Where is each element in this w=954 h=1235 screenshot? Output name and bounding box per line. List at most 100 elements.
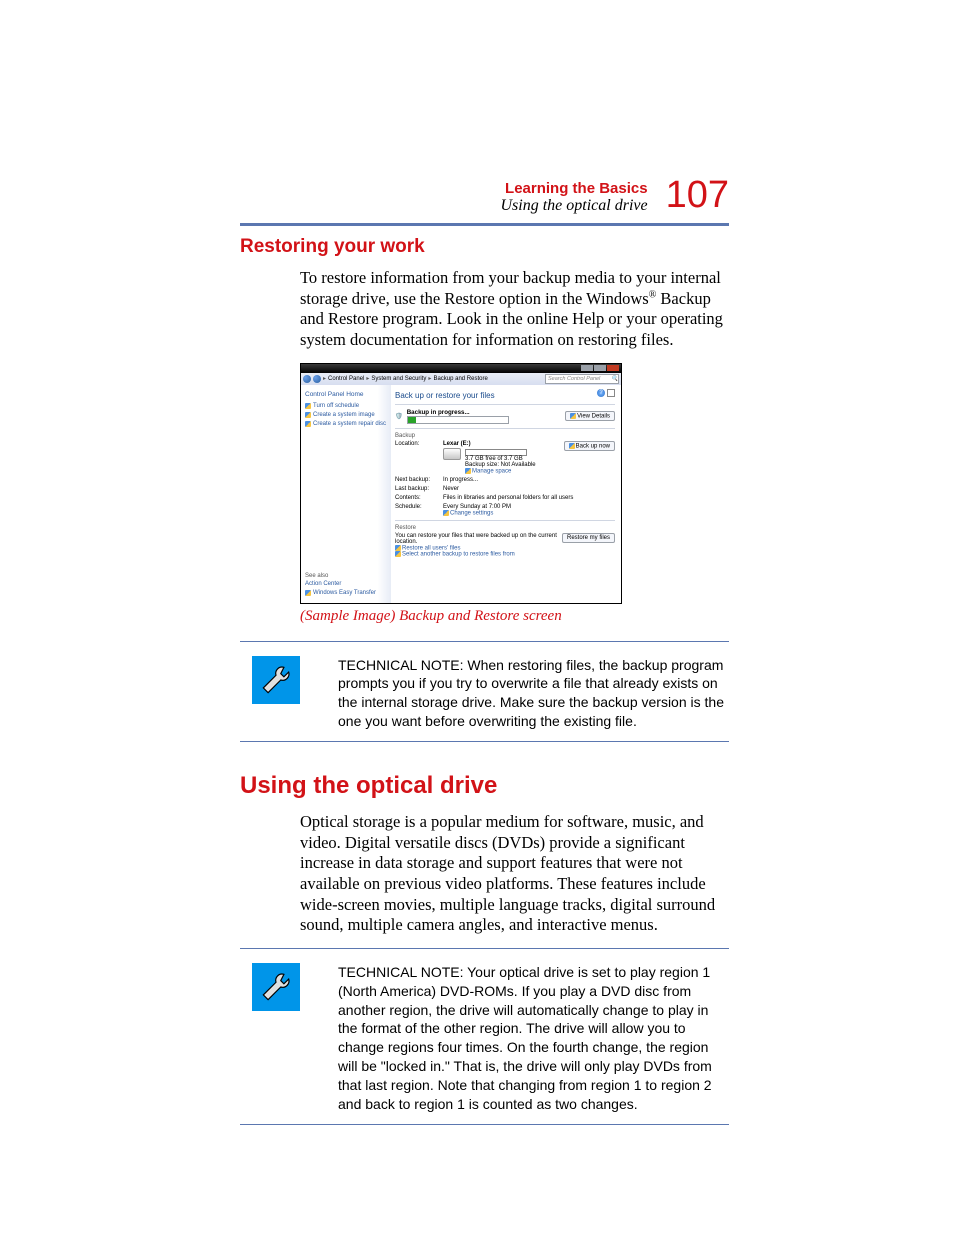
backup-section-heading: Backup bbox=[395, 433, 615, 439]
restore-text: You can restore your files that were bac… bbox=[395, 533, 562, 545]
schedule-label: Schedule: bbox=[395, 504, 443, 510]
shield-icon bbox=[305, 412, 311, 418]
section-subheading: Using the optical drive bbox=[501, 197, 648, 215]
next-backup-value: In progress... bbox=[443, 477, 615, 483]
header-text: Learning the Basics Using the optical dr… bbox=[501, 180, 648, 215]
backup-progress-icon: 🛡️ bbox=[395, 412, 403, 420]
schedule-value: Every Sunday at 7:00 PM Change settings bbox=[443, 504, 615, 517]
note-divider-bottom bbox=[240, 741, 729, 742]
main-title: Back up or restore your files bbox=[395, 391, 615, 400]
page-number: 107 bbox=[666, 176, 729, 214]
paragraph-restoring: To restore information from your backup … bbox=[300, 268, 729, 351]
sidebar-link-label: Create a system image bbox=[313, 412, 375, 418]
sidebar: Control Panel Home Turn off schedule Cre… bbox=[301, 385, 391, 603]
page: Learning the Basics Using the optical dr… bbox=[0, 0, 954, 1235]
see-also-link[interactable]: Windows Easy Transfer bbox=[305, 590, 387, 596]
window-body: Control Panel Home Turn off schedule Cre… bbox=[301, 385, 621, 603]
last-backup-value: Never bbox=[443, 486, 615, 492]
manage-space-link[interactable]: Manage space bbox=[465, 468, 536, 475]
shield-icon bbox=[395, 551, 401, 557]
change-settings-link[interactable]: Change settings bbox=[443, 510, 615, 517]
maximize-icon[interactable] bbox=[594, 365, 606, 371]
restore-other-link[interactable]: Select another backup to restore files f… bbox=[395, 551, 562, 558]
chapter-title: Learning the Basics bbox=[501, 180, 648, 197]
contents-label: Contents: bbox=[395, 495, 443, 501]
drive-icon bbox=[443, 448, 461, 460]
nav-forward-icon[interactable] bbox=[313, 375, 321, 383]
drive-space-bar bbox=[465, 449, 527, 456]
paragraph-optical: Optical storage is a popular medium for … bbox=[300, 812, 729, 936]
restore-all-link[interactable]: Restore all users' files bbox=[395, 545, 562, 552]
technical-note-1: TECHNICAL NOTE: When restoring files, th… bbox=[240, 656, 729, 732]
sidebar-see-also: See also Action Center Windows Easy Tran… bbox=[305, 573, 387, 599]
restore-section-heading: Restore bbox=[395, 525, 615, 531]
minimize-icon[interactable] bbox=[581, 365, 593, 371]
chevron-right-icon: ▸ bbox=[323, 375, 326, 382]
divider bbox=[395, 404, 615, 405]
last-backup-row: Last backup: Never bbox=[395, 486, 615, 492]
breadcrumb-item[interactable]: System and Security bbox=[371, 376, 426, 382]
help-dropdown[interactable] bbox=[607, 389, 615, 397]
help-icon[interactable]: ? bbox=[597, 389, 605, 397]
technical-note-text: TECHNICAL NOTE: Your optical drive is se… bbox=[338, 963, 729, 1114]
header-divider bbox=[240, 223, 729, 226]
shield-icon bbox=[443, 510, 449, 516]
technical-note-2: TECHNICAL NOTE: Your optical drive is se… bbox=[240, 963, 729, 1114]
restore-files-button[interactable]: Restore my files bbox=[562, 533, 615, 543]
help-controls: ? bbox=[597, 389, 615, 397]
contents-row: Contents: Files in libraries and persona… bbox=[395, 495, 615, 501]
nav-back-icon[interactable] bbox=[303, 375, 311, 383]
contents-value: Files in libraries and personal folders … bbox=[443, 495, 615, 501]
restore-row: You can restore your files that were bac… bbox=[395, 533, 615, 558]
backup-progress-row: 🛡️ Backup in progress... View Details bbox=[395, 409, 615, 424]
see-also-link[interactable]: Action Center bbox=[305, 581, 387, 587]
backup-restore-screenshot: ▸ Control Panel ▸ System and Security ▸ … bbox=[300, 363, 622, 604]
note-divider-bottom-2 bbox=[240, 1124, 729, 1125]
backup-size-text: Backup size: Not Available bbox=[465, 462, 536, 468]
sidebar-link[interactable]: Create a system repair disc bbox=[305, 421, 387, 427]
manage-space-label: Manage space bbox=[472, 468, 511, 474]
location-row: Location: Lexar (E:) 3.7 GB free of 3.7 … bbox=[395, 441, 615, 475]
breadcrumb-item[interactable]: Control Panel bbox=[328, 376, 364, 382]
location-value: Lexar (E:) 3.7 GB free of 3.7 GB Backup … bbox=[443, 441, 564, 475]
shield-icon bbox=[395, 545, 401, 551]
search-icon: 🔍 bbox=[611, 376, 618, 382]
heading-restoring: Restoring your work bbox=[240, 236, 729, 258]
heading-optical: Using the optical drive bbox=[240, 772, 729, 800]
divider bbox=[395, 428, 615, 429]
change-settings-label: Change settings bbox=[450, 511, 493, 517]
next-backup-label: Next backup: bbox=[395, 477, 443, 483]
shield-icon bbox=[305, 421, 311, 427]
see-also-heading: See also bbox=[305, 573, 387, 579]
search-placeholder: Search Control Panel bbox=[548, 376, 600, 382]
wrench-icon bbox=[252, 656, 300, 704]
next-backup-row: Next backup: In progress... bbox=[395, 477, 615, 483]
sidebar-link[interactable]: Create a system image bbox=[305, 412, 387, 418]
drive-name: Lexar (E:) bbox=[443, 441, 564, 447]
backup-now-button[interactable]: Back up now bbox=[564, 441, 615, 452]
shield-icon bbox=[570, 413, 576, 419]
shield-icon bbox=[305, 403, 311, 409]
progress-fill bbox=[408, 417, 416, 423]
view-details-label: View Details bbox=[577, 413, 610, 419]
view-details-button[interactable]: View Details bbox=[565, 411, 615, 422]
sidebar-home-link[interactable]: Control Panel Home bbox=[305, 391, 387, 398]
wrench-icon bbox=[252, 963, 300, 1011]
note-divider-top bbox=[240, 641, 729, 642]
progress-bar bbox=[407, 416, 509, 424]
sidebar-link[interactable]: Turn off schedule bbox=[305, 403, 387, 409]
chevron-right-icon: ▸ bbox=[428, 375, 431, 382]
breadcrumb-item[interactable]: Backup and Restore bbox=[433, 376, 487, 382]
sidebar-link-label: Turn off schedule bbox=[313, 403, 359, 409]
close-icon[interactable] bbox=[607, 365, 619, 371]
note-divider-top-2 bbox=[240, 948, 729, 949]
shield-icon bbox=[465, 468, 471, 474]
restore-other-label: Select another backup to restore files f… bbox=[402, 552, 515, 558]
search-input[interactable]: Search Control Panel 🔍 bbox=[545, 374, 619, 384]
shield-icon bbox=[305, 590, 311, 596]
backup-now-label: Back up now bbox=[576, 443, 610, 449]
address-toolbar: ▸ Control Panel ▸ System and Security ▸ … bbox=[301, 373, 621, 385]
backup-progress-label: Backup in progress... bbox=[407, 409, 561, 416]
see-also-label: Windows Easy Transfer bbox=[313, 590, 376, 596]
main-panel: ? Back up or restore your files 🛡️ Backu… bbox=[391, 385, 621, 603]
